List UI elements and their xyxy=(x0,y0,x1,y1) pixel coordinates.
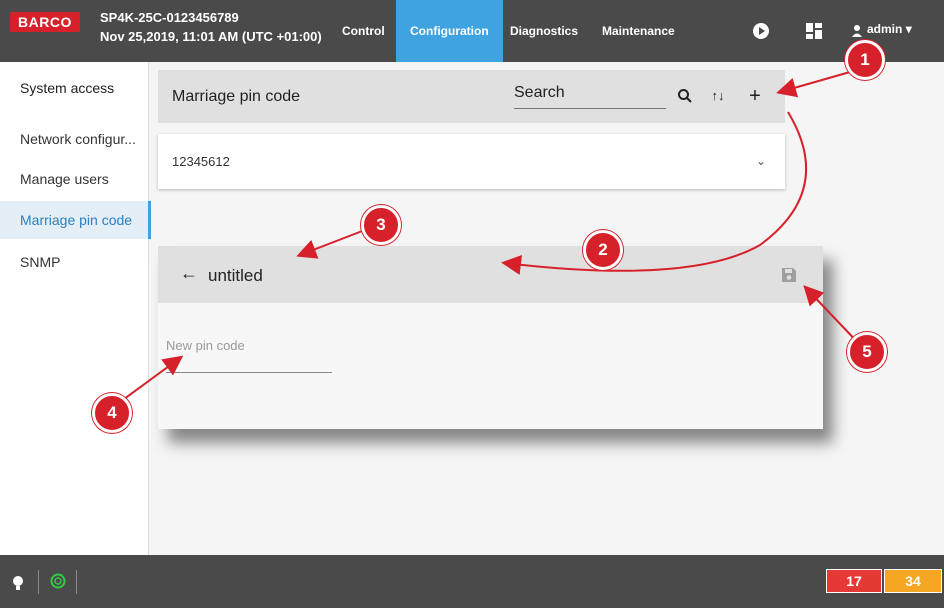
status-ring-icon[interactable] xyxy=(50,573,66,594)
barco-logo: BARCO xyxy=(10,12,80,32)
pin-code-value: 12345612 xyxy=(172,154,230,169)
sidebar-item-marriage-pin-code[interactable]: Marriage pin code xyxy=(0,201,151,239)
bulb-icon[interactable] xyxy=(12,575,24,596)
new-pin-dialog: ← untitled xyxy=(158,246,823,429)
dialog-title: untitled xyxy=(208,266,263,285)
new-pin-field xyxy=(166,330,332,373)
play-icon[interactable] xyxy=(752,22,770,40)
divider xyxy=(76,570,77,594)
tab-control[interactable]: Control xyxy=(328,0,399,62)
sidebar-item-manage-users[interactable]: Manage users xyxy=(0,160,148,198)
user-name: admin xyxy=(867,22,903,36)
add-icon[interactable]: + xyxy=(745,86,765,106)
search-field xyxy=(514,80,666,109)
chevron-down-icon[interactable]: ⌄ xyxy=(756,154,766,168)
search-icon[interactable] xyxy=(675,86,695,106)
caret-down-icon: ▾ xyxy=(905,22,912,36)
sidebar-item-label: Manage users xyxy=(20,171,109,187)
callout-5: 5 xyxy=(847,332,887,372)
sidebar-item-network-configuration[interactable]: Network configur... xyxy=(0,120,148,158)
top-bar: BARCO SP4K-25C-0123456789 Nov 25,2019, 1… xyxy=(0,0,944,62)
sidebar-item-label: SNMP xyxy=(20,254,61,270)
callout-2: 2 xyxy=(583,230,623,270)
tab-maintenance[interactable]: Maintenance xyxy=(588,0,689,62)
search-input[interactable] xyxy=(514,80,654,102)
device-datetime: Nov 25,2019, 11:01 AM (UTC +01:00) xyxy=(100,29,322,44)
sidebar-title: System access xyxy=(20,80,115,96)
new-pin-input[interactable] xyxy=(166,330,326,353)
divider xyxy=(38,570,39,594)
callout-3: 3 xyxy=(361,205,401,245)
layout-icon[interactable] xyxy=(805,22,823,40)
page-title: Marriage pin code xyxy=(172,88,301,105)
warning-count-badge[interactable]: 34 xyxy=(884,569,942,593)
list-item[interactable]: 12345612 ⌄ xyxy=(158,134,785,189)
callout-1: 1 xyxy=(845,40,885,80)
back-arrow-icon[interactable]: ← xyxy=(180,263,198,284)
pin-code-header: Marriage pin code ↑↓ + xyxy=(158,70,785,123)
callout-4: 4 xyxy=(92,393,132,433)
dialog-header: ← untitled xyxy=(158,246,823,303)
user-menu[interactable]: admin ▾ xyxy=(867,22,912,36)
sort-icon[interactable]: ↑↓ xyxy=(708,86,728,106)
status-bar: 17 34 xyxy=(0,555,944,608)
device-name: SP4K-25C-0123456789 xyxy=(100,10,239,25)
sidebar: System access Network configur... Manage… xyxy=(0,62,151,555)
sidebar-item-label: Marriage pin code xyxy=(20,212,133,228)
tab-diagnostics[interactable]: Diagnostics xyxy=(496,0,592,62)
error-count-badge[interactable]: 17 xyxy=(826,569,882,593)
save-icon[interactable] xyxy=(780,266,798,284)
tab-configuration[interactable]: Configuration xyxy=(396,0,503,62)
sidebar-item-label: Network configur... xyxy=(20,131,136,147)
sidebar-item-snmp[interactable]: SNMP xyxy=(0,243,148,281)
user-icon xyxy=(852,24,862,42)
